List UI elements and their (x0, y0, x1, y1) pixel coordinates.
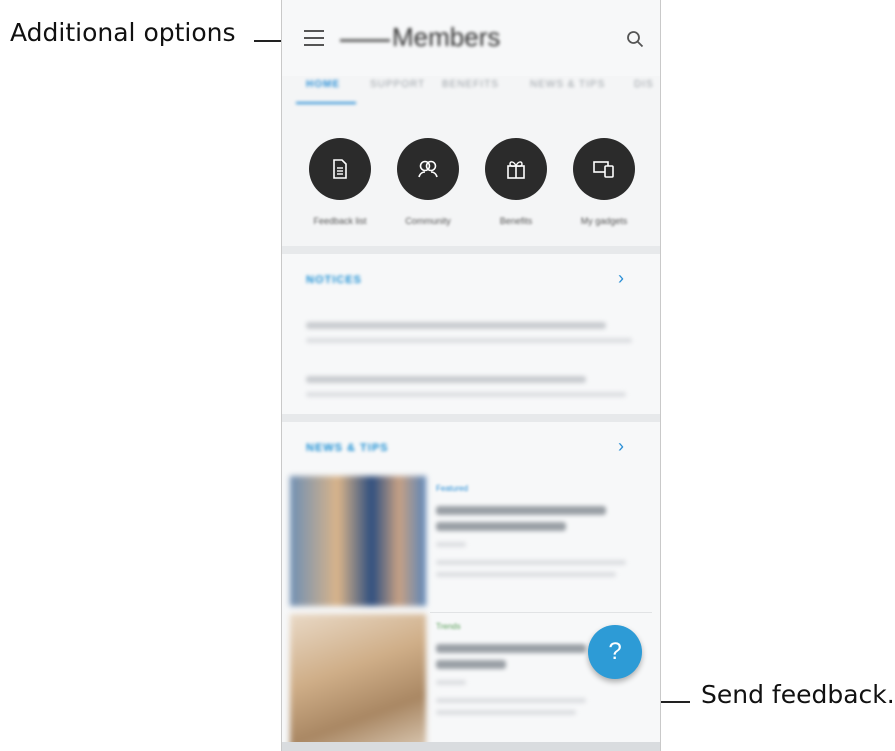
tab-home[interactable]: HOME (306, 79, 340, 90)
news-headline[interactable] (436, 644, 586, 653)
gift-icon (507, 161, 525, 179)
news-summary (436, 560, 626, 565)
quick-action-label: Feedback list (313, 216, 367, 226)
tab-bar: HOME SUPPORT BENEFITS NEWS & TIPS DIS (282, 76, 660, 108)
active-tab-indicator (296, 102, 356, 104)
section-divider (282, 414, 660, 422)
news-item-divider (430, 612, 652, 613)
search-icon[interactable] (626, 30, 644, 48)
callout-send-feedback: Send feedback. (701, 680, 895, 709)
news-chevron-icon[interactable]: › (618, 436, 624, 457)
news-headline[interactable] (436, 660, 506, 669)
devices-icon (593, 161, 614, 178)
quick-action-label: Benefits (499, 216, 533, 226)
quick-action-gadgets[interactable]: My gadgets (564, 138, 644, 226)
notice-subline (306, 392, 626, 397)
news-headline[interactable] (436, 506, 606, 515)
phone-screen: Members HOME SUPPORT BENEFITS NEWS & TIP… (281, 0, 661, 751)
quick-action-community[interactable]: Community (388, 138, 468, 226)
quick-action-label: Community (405, 216, 451, 226)
news-summary (436, 572, 616, 577)
news-date (436, 680, 466, 685)
news-thumbnail-image[interactable] (290, 614, 426, 751)
news-title: NEWS & TIPS (306, 442, 389, 454)
notices-chevron-icon[interactable]: › (618, 268, 624, 289)
tab-benefits[interactable]: BENEFITS (442, 79, 499, 90)
news-date (436, 542, 466, 547)
news-headline[interactable] (436, 522, 566, 531)
news-thumbnail-image[interactable] (290, 476, 426, 606)
callout-additional-options: Additional options (10, 18, 236, 47)
bottom-bar (282, 742, 660, 751)
quick-actions: Feedback list Community Benefits My gadg… (282, 108, 660, 246)
notice-subline (306, 338, 632, 343)
tab-more[interactable]: DIS (634, 79, 654, 90)
menu-icon[interactable] (304, 30, 324, 48)
document-icon (333, 159, 347, 179)
news-summary (436, 710, 576, 715)
news-summary (436, 698, 586, 703)
app-bar: Members (282, 0, 660, 76)
tab-news-tips[interactable]: NEWS & TIPS (530, 79, 605, 90)
quick-action-feedback[interactable]: Feedback list (300, 138, 380, 226)
news-card: NEWS & TIPS › Featured Trends (282, 422, 660, 751)
notice-line (306, 322, 606, 329)
send-feedback-button[interactable]: ? (588, 625, 642, 679)
quick-action-benefits[interactable]: Benefits (476, 138, 556, 226)
tab-support[interactable]: SUPPORT (370, 79, 425, 90)
app-title: Members (340, 22, 540, 58)
quick-action-label: My gadgets (580, 216, 628, 226)
news-tag: Featured (436, 484, 469, 493)
notices-title: NOTICES (306, 274, 362, 286)
section-divider (282, 246, 660, 254)
community-icon (418, 160, 438, 178)
notices-card[interactable]: NOTICES › (282, 254, 660, 414)
news-tag: Trends (436, 622, 461, 631)
notice-line (306, 376, 586, 383)
